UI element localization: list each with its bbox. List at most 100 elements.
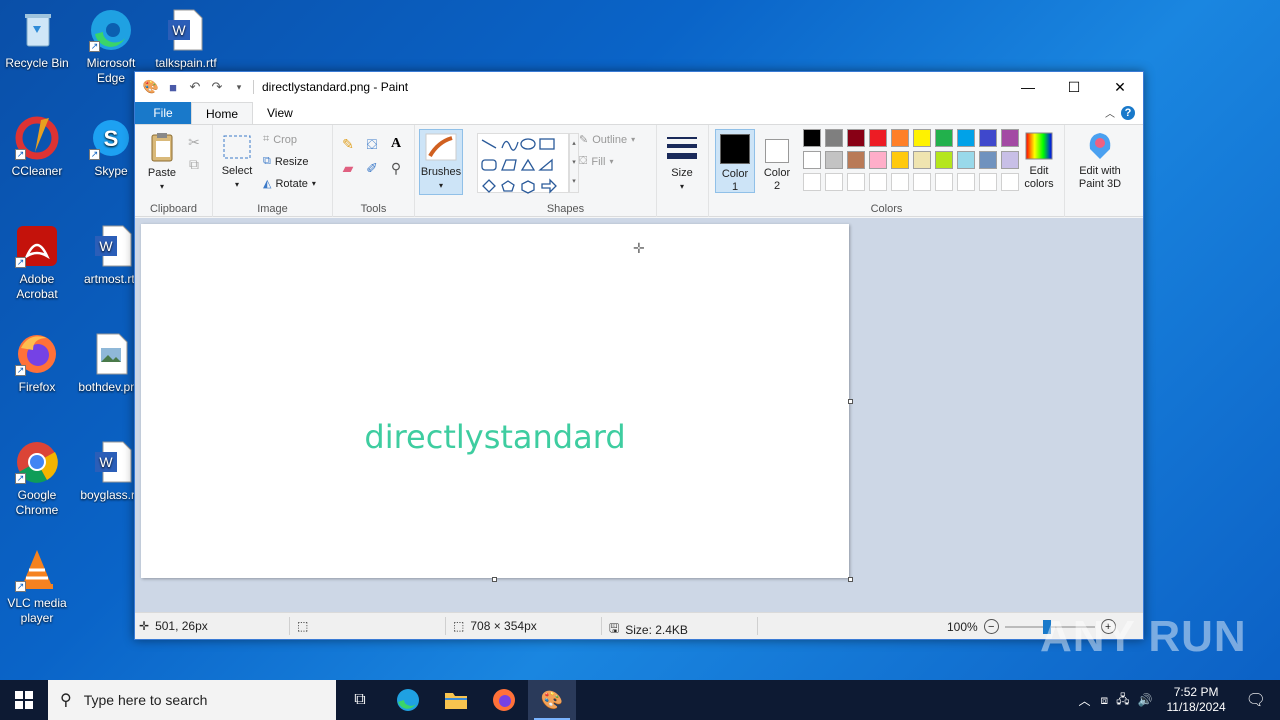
fill-icon[interactable]: ⛋: [363, 135, 381, 153]
edit-paint3d-button[interactable]: Edit with Paint 3D: [1069, 131, 1131, 191]
taskbar-firefox[interactable]: [480, 680, 528, 720]
outline-button[interactable]: ✎ Outline ▾: [579, 133, 635, 147]
taskbar-file-explorer[interactable]: [432, 680, 480, 720]
resize-button[interactable]: ⧉ Resize: [263, 155, 308, 168]
taskbar-edge[interactable]: [384, 680, 432, 720]
network-icon[interactable]: 🖧: [1112, 690, 1133, 711]
desktop-icon-firefox[interactable]: ↗ Firefox: [0, 332, 74, 395]
maximize-button[interactable]: ☐: [1051, 72, 1097, 102]
palette-swatch[interactable]: [891, 173, 909, 191]
notifications-icon[interactable]: 🗨: [1236, 690, 1280, 710]
drawing-canvas[interactable]: directlystandard ✛: [141, 224, 849, 578]
palette-swatch[interactable]: [957, 129, 975, 147]
palette-swatch[interactable]: [979, 173, 997, 191]
crop-button[interactable]: ⌗ Crop: [263, 133, 297, 146]
task-view-button[interactable]: ⧉: [336, 680, 384, 720]
palette-swatch[interactable]: [869, 129, 887, 147]
device-icon[interactable]: ⧈: [1097, 693, 1113, 708]
palette-swatch[interactable]: [979, 151, 997, 169]
resize-handle-corner[interactable]: [848, 577, 853, 582]
palette-swatch[interactable]: [825, 151, 843, 169]
shapes-gallery[interactable]: [477, 133, 569, 194]
palette-swatch[interactable]: [869, 151, 887, 169]
desktop-icon-ccleaner[interactable]: ↗ CCleaner: [0, 116, 74, 179]
edit-colors-button[interactable]: Edit colors: [1021, 131, 1057, 191]
start-button[interactable]: [0, 680, 48, 720]
minimize-ribbon-icon[interactable]: ︿: [1105, 105, 1115, 120]
undo-icon[interactable]: ↶: [187, 79, 203, 95]
clipboard-group: Paste ▾ ✂ ⧉ Clipboard: [135, 125, 213, 217]
palette-swatch[interactable]: [891, 129, 909, 147]
palette-swatch[interactable]: [847, 173, 865, 191]
taskbar-paint[interactable]: 🎨: [528, 680, 576, 720]
palette-swatch[interactable]: [913, 129, 931, 147]
save-icon[interactable]: ■: [165, 79, 181, 95]
tab-home[interactable]: Home: [191, 102, 254, 124]
paste-button[interactable]: Paste ▾: [145, 131, 179, 193]
taskbar: ⚲ Type here to search ⧉ 🎨 ︿ ⧈ 🖧 🔊 7:52 P…: [0, 680, 1280, 720]
cut-icon[interactable]: ✂: [185, 133, 203, 151]
palette-swatch[interactable]: [913, 173, 931, 191]
brush-icon: [425, 133, 457, 161]
text-icon[interactable]: A: [387, 135, 405, 153]
palette-swatch[interactable]: [891, 151, 909, 169]
color1-button[interactable]: Color 1: [715, 129, 755, 193]
resize-handle-right[interactable]: [848, 399, 853, 404]
ribbon-tabs: File Home View ︿ ?: [135, 102, 1143, 124]
color2-button[interactable]: Color 2: [759, 129, 795, 193]
palette-swatch[interactable]: [1001, 173, 1019, 191]
tab-view[interactable]: View: [253, 102, 307, 124]
desktop-icon-vlc[interactable]: ↗ VLC media player: [0, 548, 74, 626]
desktop-icon-chrome[interactable]: ↗ Google Chrome: [0, 440, 74, 518]
palette-swatch[interactable]: [869, 173, 887, 191]
palette-swatch[interactable]: [1001, 151, 1019, 169]
palette-swatch[interactable]: [1001, 129, 1019, 147]
outline-icon: ✎: [579, 134, 589, 146]
rotate-button[interactable]: ◭ Rotate ▾: [263, 177, 316, 191]
clock[interactable]: 7:52 PM 11/18/2024: [1157, 685, 1236, 715]
palette-swatch[interactable]: [957, 173, 975, 191]
taskbar-search[interactable]: ⚲ Type here to search: [48, 680, 336, 720]
palette-swatch[interactable]: [803, 129, 821, 147]
show-hidden-icons-icon[interactable]: ︿: [1073, 692, 1097, 709]
palette-swatch[interactable]: [847, 129, 865, 147]
customize-qat-icon[interactable]: ▾: [231, 79, 247, 95]
desktop-icon-talkspain[interactable]: W talkspain.rtf: [149, 8, 223, 71]
help-icon[interactable]: ?: [1121, 106, 1135, 120]
pencil-icon[interactable]: ✎: [339, 135, 357, 153]
palette-swatch[interactable]: [825, 173, 843, 191]
palette-swatch[interactable]: [979, 129, 997, 147]
minimize-button[interactable]: —: [1005, 72, 1051, 102]
desktop-icon-acrobat[interactable]: ↗ Adobe Acrobat: [0, 224, 74, 302]
shapes-icon: [481, 138, 557, 194]
color-picker-icon[interactable]: ✐: [363, 159, 381, 177]
desktop-icon-recycle-bin[interactable]: Recycle Bin: [0, 8, 74, 71]
palette-swatch[interactable]: [935, 173, 953, 191]
brushes-button[interactable]: Brushes ▾: [419, 129, 463, 195]
resize-handle-bottom[interactable]: [492, 577, 497, 582]
canvas-workarea[interactable]: directlystandard ✛: [135, 218, 1143, 613]
eraser-icon[interactable]: ▰: [339, 159, 357, 177]
zoom-out-icon[interactable]: −: [983, 619, 999, 634]
palette-swatch[interactable]: [935, 129, 953, 147]
shapes-scroll[interactable]: ▴ ▾ ▾: [569, 133, 579, 193]
palette-swatch[interactable]: [803, 173, 821, 191]
palette-swatch[interactable]: [913, 151, 931, 169]
magnifier-icon[interactable]: ⚲: [387, 159, 405, 177]
tab-file[interactable]: File: [135, 102, 191, 124]
select-button[interactable]: Select ▾: [219, 133, 255, 191]
size-button[interactable]: Size ▾: [663, 133, 701, 193]
palette-swatch[interactable]: [803, 151, 821, 169]
palette-swatch[interactable]: [957, 151, 975, 169]
fill-button[interactable]: ⛋ Fill ▾: [579, 155, 613, 168]
vlc-icon: ↗: [15, 548, 59, 592]
file-size: Size: 2.4KB: [625, 622, 688, 637]
close-button[interactable]: ✕: [1097, 72, 1143, 102]
palette-swatch[interactable]: [935, 151, 953, 169]
volume-icon[interactable]: 🔊: [1134, 693, 1157, 707]
window-title: directlystandard.png - Paint: [262, 80, 409, 94]
palette-swatch[interactable]: [847, 151, 865, 169]
copy-icon[interactable]: ⧉: [185, 155, 203, 173]
palette-swatch[interactable]: [825, 129, 843, 147]
redo-icon[interactable]: ↷: [209, 79, 225, 95]
